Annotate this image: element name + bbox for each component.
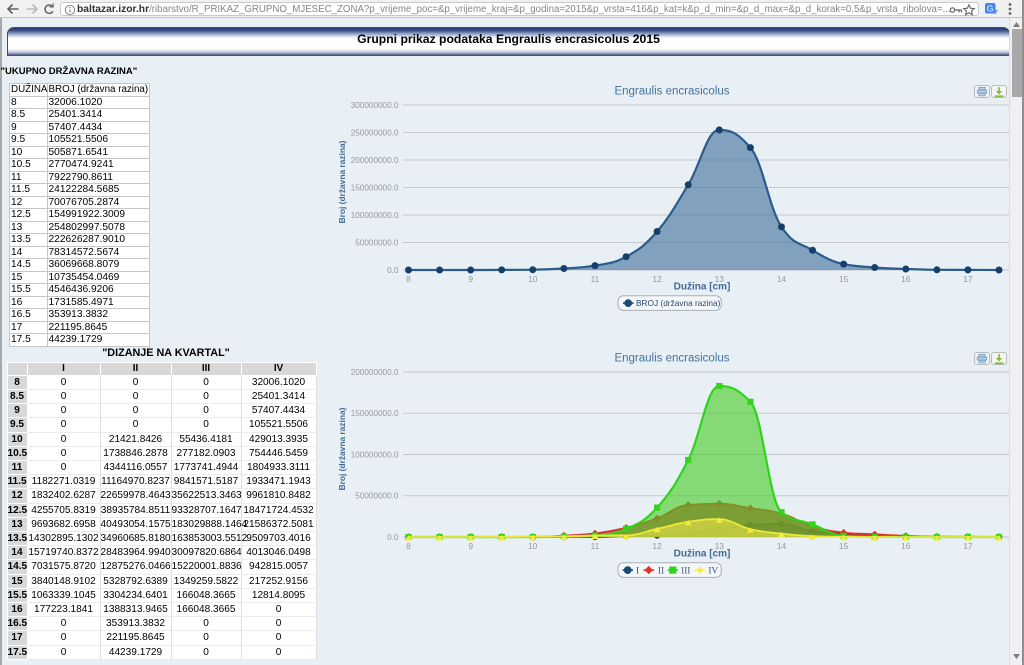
svg-text:17: 17 (963, 274, 973, 284)
svg-text:100000000.0: 100000000.0 (351, 450, 399, 459)
svg-text:III: III (681, 566, 690, 576)
svg-text:Dužina [cm]: Dužina [cm] (674, 549, 731, 560)
svg-text:100000000.0: 100000000.0 (351, 211, 399, 220)
svg-text:8: 8 (406, 541, 411, 551)
svg-text:50000000.0: 50000000.0 (355, 238, 399, 247)
svg-text:0.0: 0.0 (387, 533, 399, 542)
svg-text:11: 11 (591, 541, 600, 551)
svg-text:G: G (987, 4, 994, 14)
svg-text:9: 9 (468, 541, 473, 551)
svg-text:8: 8 (406, 274, 411, 284)
svg-text:14: 14 (777, 274, 787, 284)
svg-text:BROJ (državna razina): BROJ (državna razina) (636, 298, 721, 308)
svg-text:0.0: 0.0 (387, 266, 399, 275)
svg-text:150000000.0: 150000000.0 (351, 409, 399, 418)
svg-text:10: 10 (528, 274, 538, 284)
svg-text:12: 12 (652, 541, 662, 551)
svg-text:12: 12 (652, 274, 662, 284)
svg-text:10: 10 (528, 541, 538, 551)
svg-text:Dužina [cm]: Dužina [cm] (674, 282, 731, 293)
svg-text:9: 9 (468, 274, 473, 284)
svg-text:Engraulis encrasicolus: Engraulis encrasicolus (614, 86, 729, 98)
svg-text:I: I (636, 566, 639, 576)
svg-text:Broj (državna razina): Broj (državna razina) (337, 407, 347, 490)
svg-text:17: 17 (963, 541, 973, 551)
svg-text:150000000.0: 150000000.0 (351, 183, 399, 192)
svg-text:250000000.0: 250000000.0 (351, 128, 399, 137)
svg-text:16: 16 (901, 274, 911, 284)
svg-text:15: 15 (839, 274, 849, 284)
svg-text:Broj (državna razina): Broj (državna razina) (337, 140, 347, 223)
svg-text:IV: IV (708, 566, 718, 576)
svg-text:50000000.0: 50000000.0 (355, 492, 399, 501)
svg-text:200000000.0: 200000000.0 (351, 368, 399, 377)
svg-text:11: 11 (591, 274, 600, 284)
svg-text:Engraulis encrasicolus: Engraulis encrasicolus (614, 353, 729, 365)
svg-text:II: II (658, 566, 664, 576)
svg-text:15: 15 (839, 541, 849, 551)
svg-text:300000000.0: 300000000.0 (351, 101, 399, 110)
svg-text:14: 14 (777, 541, 787, 551)
svg-text:200000000.0: 200000000.0 (351, 156, 399, 165)
svg-text:16: 16 (901, 541, 911, 551)
